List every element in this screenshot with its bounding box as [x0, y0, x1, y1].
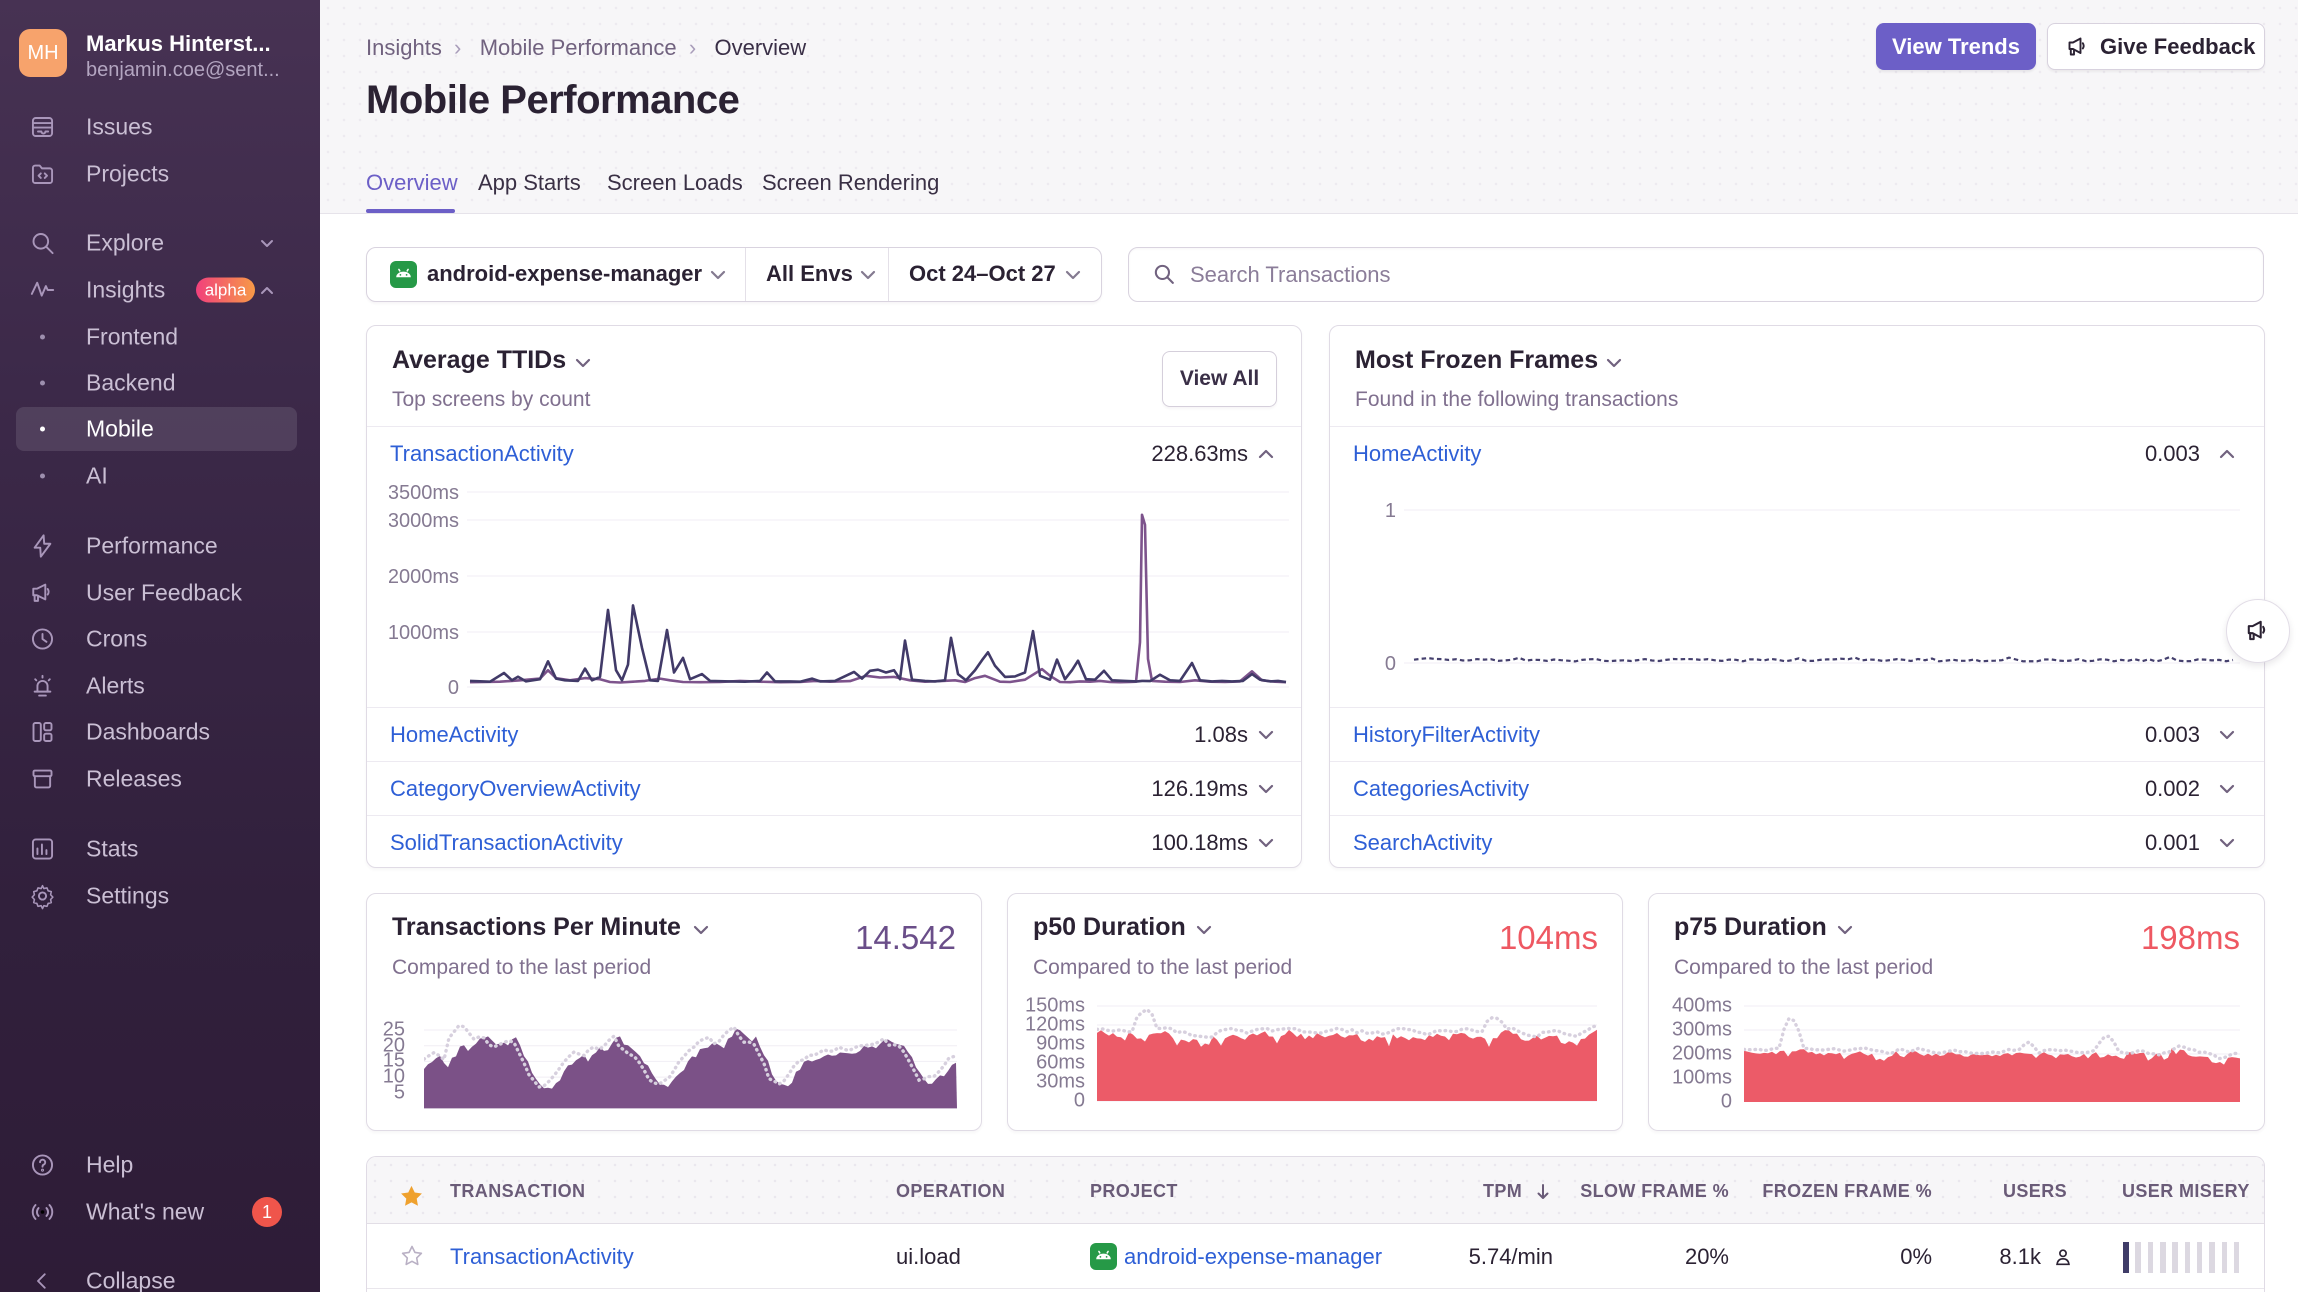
svg-text:3500ms: 3500ms: [389, 482, 459, 504]
svg-text:0: 0: [448, 677, 459, 699]
svg-text:0: 0: [1385, 653, 1396, 675]
svg-text:2000ms: 2000ms: [389, 566, 459, 588]
svg-text:1: 1: [1385, 500, 1396, 522]
svg-text:1000ms: 1000ms: [389, 622, 459, 644]
svg-text:3000ms: 3000ms: [389, 510, 459, 532]
